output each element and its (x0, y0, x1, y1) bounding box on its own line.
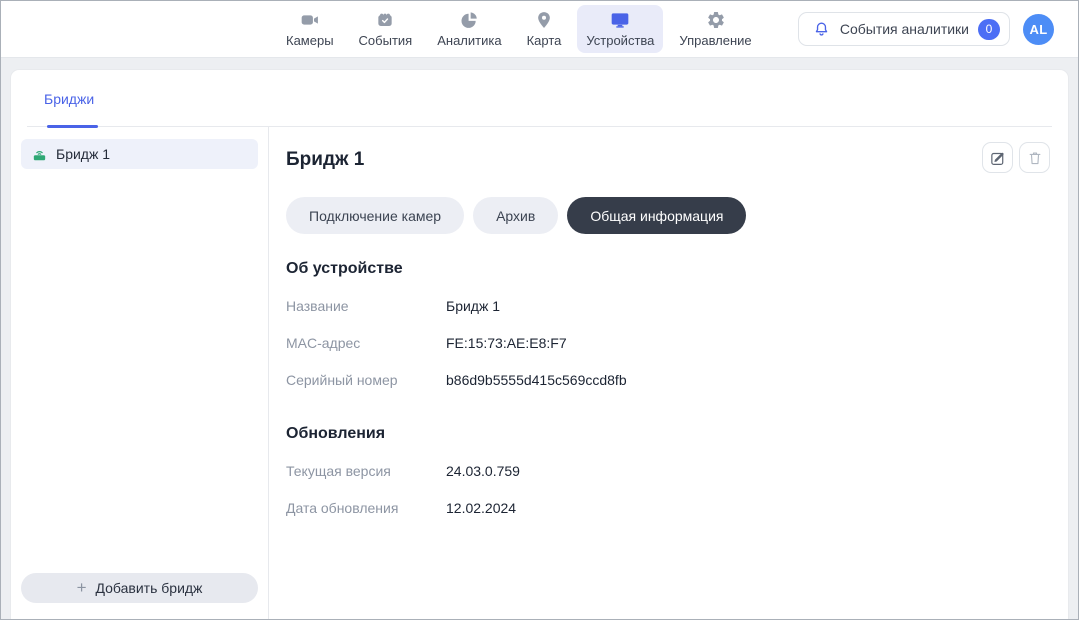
delete-button[interactable] (1019, 142, 1050, 173)
nav-label: Управление (679, 33, 751, 48)
chip-archive[interactable]: Архив (473, 197, 558, 234)
bell-icon (812, 20, 831, 39)
info-row-serial: Серийный номер b86d9b5555d415c569ccd8fb (286, 372, 1050, 389)
map-pin-icon (534, 10, 554, 30)
nav-label: События (359, 33, 413, 48)
row-value: Бридж 1 (446, 298, 500, 315)
nav-label: Аналитика (437, 33, 501, 48)
top-nav-bar: Камеры События (1, 1, 1078, 58)
gear-icon (706, 10, 726, 30)
chip-camera-connection[interactable]: Подключение камер (286, 197, 464, 234)
row-value: 24.03.0.759 (446, 463, 520, 480)
main-nav: Камеры События (277, 1, 761, 57)
nav-label: Устройства (586, 33, 654, 48)
trash-icon (1026, 149, 1044, 167)
row-label: Серийный номер (286, 372, 446, 389)
row-label: Текущая версия (286, 463, 446, 480)
row-value: 12.02.2024 (446, 500, 516, 517)
devices-icon (610, 10, 630, 30)
nav-item-devices[interactable]: Устройства (577, 5, 663, 53)
add-bridge-button[interactable]: + Добавить бридж (21, 573, 258, 603)
nav-item-management[interactable]: Управление (670, 5, 760, 53)
plus-icon: + (77, 579, 87, 596)
bridge-icon (31, 146, 48, 163)
detail-tabs: Подключение камер Архив Общая информация (286, 197, 1050, 234)
add-bridge-label: Добавить бридж (96, 580, 203, 596)
app-window: Камеры События (0, 0, 1079, 620)
info-row-version: Текущая версия 24.03.0.759 (286, 463, 1050, 480)
nav-label: Карта (527, 33, 562, 48)
row-label: Название (286, 298, 446, 315)
camera-icon (300, 10, 320, 30)
events-icon (375, 10, 395, 30)
info-row-name: Название Бридж 1 (286, 298, 1050, 315)
nav-item-map[interactable]: Карта (518, 5, 571, 53)
page-content: Бриджи Бридж 1 (1, 58, 1078, 619)
edit-pencil-icon (989, 149, 1007, 167)
nav-item-analytics[interactable]: Аналитика (428, 5, 510, 53)
section-heading-device: Об устройстве (286, 260, 1050, 278)
topbar-right: События аналитики 0 AL (798, 1, 1054, 57)
edit-button[interactable] (982, 142, 1013, 173)
bridge-item-label: Бридж 1 (56, 146, 110, 162)
row-label: Дата обновления (286, 500, 446, 517)
bridge-details-panel: Бридж 1 (269, 127, 1068, 619)
events-count-badge: 0 (978, 19, 1000, 40)
header-actions (982, 142, 1050, 173)
row-value: b86d9b5555d415c569ccd8fb (446, 372, 627, 389)
devices-card: Бриджи Бридж 1 (11, 70, 1068, 619)
chip-general-info[interactable]: Общая информация (567, 197, 746, 234)
analytics-events-label: События аналитики (840, 21, 969, 37)
sidebar-item-bridge-1[interactable]: Бридж 1 (21, 139, 258, 169)
analytics-icon (459, 10, 479, 30)
nav-label: Камеры (286, 33, 334, 48)
avatar[interactable]: AL (1023, 14, 1054, 45)
info-row-mac: MAC-адрес FE:15:73:AE:E8:F7 (286, 335, 1050, 352)
bridge-list-sidebar: Бридж 1 + Добавить бридж (11, 127, 269, 619)
analytics-events-button[interactable]: События аналитики 0 (798, 12, 1010, 46)
row-label: MAC-адрес (286, 335, 446, 352)
card-tab-bar: Бриджи (27, 70, 1052, 127)
page-title: Бридж 1 (286, 149, 364, 171)
section-heading-updates: Обновления (286, 425, 1050, 443)
info-row-update-date: Дата обновления 12.02.2024 (286, 500, 1050, 517)
nav-item-events[interactable]: События (350, 5, 422, 53)
tab-bridges[interactable]: Бриджи (44, 91, 94, 107)
row-value: FE:15:73:AE:E8:F7 (446, 335, 567, 352)
nav-item-cameras[interactable]: Камеры (277, 5, 343, 53)
